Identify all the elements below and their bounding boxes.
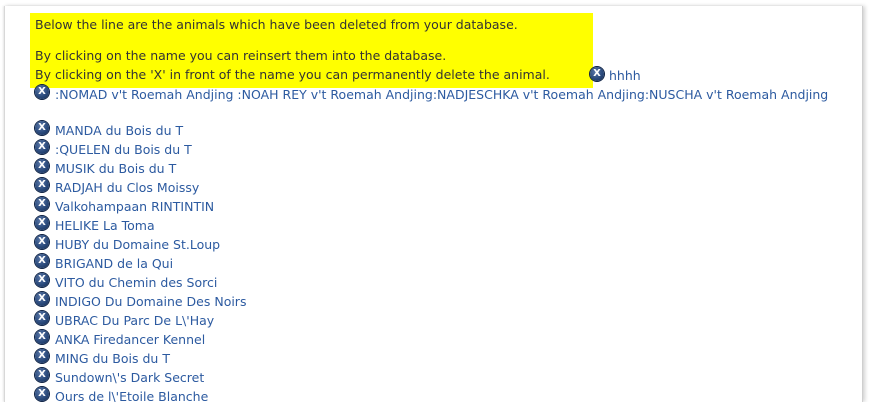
- notice-line-1: Below the line are the animals which hav…: [35, 17, 518, 32]
- delete-x-icon[interactable]: [35, 140, 49, 154]
- restore-animal-link[interactable]: :QUELEN du Bois du T: [55, 140, 192, 159]
- delete-x-icon[interactable]: [35, 197, 49, 211]
- delete-x-icon[interactable]: [35, 216, 49, 230]
- restore-animal-link[interactable]: Valkohampaan RINTINTIN: [55, 197, 214, 216]
- notice-line-3: By clicking on the 'X' in front of the n…: [35, 67, 550, 82]
- delete-x-icon[interactable]: [35, 178, 49, 192]
- restore-animal-link[interactable]: HUBY du Domaine St.Loup: [55, 235, 220, 254]
- delete-x-icon[interactable]: [35, 311, 49, 325]
- restore-animal-link[interactable]: Sundown\'s Dark Secret: [55, 368, 204, 387]
- restore-animal-link[interactable]: UBRAC Du Parc De L\'Hay: [55, 311, 214, 330]
- restore-animal-link[interactable]: :NOMAD v't Roemah Andjing :NOAH REY v't …: [35, 85, 845, 104]
- delete-x-icon[interactable]: [35, 349, 49, 363]
- delete-x-icon[interactable]: [35, 292, 49, 306]
- restore-animal-link[interactable]: HELIKE La Toma: [55, 216, 155, 235]
- restore-animal-link[interactable]: INDIGO Du Domaine Des Noirs: [55, 292, 246, 311]
- restore-animal-link[interactable]: BRIGAND de la Qui: [55, 254, 173, 273]
- list-item: :NOMAD v't Roemah Andjing :NOAH REY v't …: [35, 85, 845, 104]
- deleted-animals-panel: Below the line are the animals which hav…: [4, 6, 863, 402]
- restore-animal-link[interactable]: Ours de l\'Etoile Blanche: [55, 387, 208, 402]
- info-notice: Below the line are the animals which hav…: [30, 13, 593, 88]
- delete-x-icon[interactable]: [35, 330, 49, 344]
- restore-animal-link[interactable]: ANKA Firedancer Kennel: [55, 330, 205, 349]
- notice-line-2: By clicking on the name you can reinsert…: [35, 48, 447, 63]
- restore-animal-link[interactable]: VITO du Chemin des Sorci: [55, 273, 217, 292]
- delete-x-icon[interactable]: [35, 273, 49, 287]
- delete-x-icon[interactable]: [35, 121, 49, 135]
- restore-animal-link[interactable]: MING du Bois du T: [55, 349, 170, 368]
- restore-animal-link[interactable]: MUSIK du Bois du T: [55, 159, 176, 178]
- restore-animal-link[interactable]: hhhh: [609, 66, 641, 85]
- delete-x-icon[interactable]: [35, 235, 49, 249]
- delete-x-icon[interactable]: [35, 159, 49, 173]
- restore-animal-link[interactable]: RADJAH du Clos Moissy: [55, 178, 199, 197]
- delete-x-icon[interactable]: [35, 387, 49, 401]
- delete-x-icon[interactable]: [35, 254, 49, 268]
- delete-x-icon[interactable]: [35, 85, 49, 99]
- restore-animal-link[interactable]: MANDA du Bois du T: [55, 121, 183, 140]
- delete-x-icon[interactable]: [35, 368, 49, 382]
- delete-x-icon[interactable]: [590, 67, 604, 81]
